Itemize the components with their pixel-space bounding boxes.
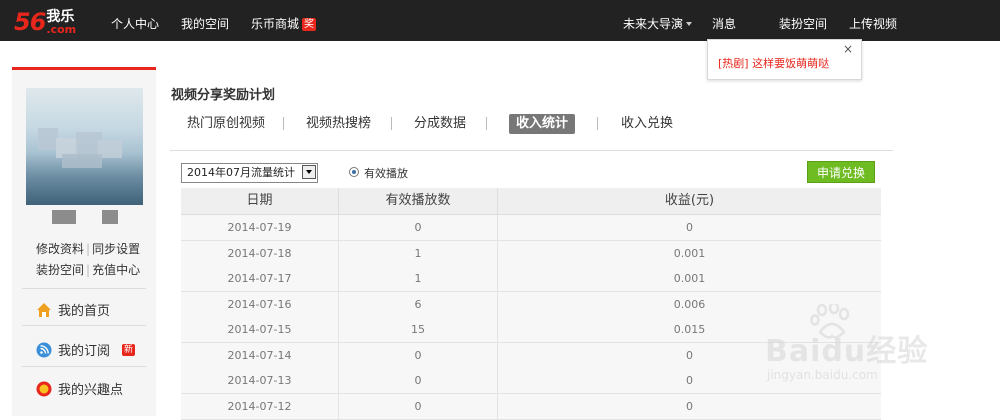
home-icon (36, 302, 52, 318)
cell-date: 2014-07-16 (181, 291, 339, 317)
sidebar-item-interests[interactable]: 我的兴趣点 (36, 379, 123, 398)
cell-valid-plays: 15 (339, 317, 498, 342)
cell-valid-plays: 1 (339, 240, 498, 266)
site-logo[interactable]: 56 我乐 .com (14, 7, 76, 35)
table-row: 2014-07-17 1 0.001 (181, 266, 881, 292)
sidebar-divider (22, 366, 146, 367)
top-navigation-bar: 56 我乐 .com 个人中心 我的空间 乐币商城奖 未来大导演 消息 装扮空间… (0, 0, 1000, 41)
column-header-date: 日期 (181, 188, 339, 214)
cell-valid-plays: 1 (339, 266, 498, 291)
logo-text: 我乐 (46, 9, 75, 25)
username-blurred-2 (102, 210, 118, 224)
watermark-brand: Baidu经验 (765, 334, 929, 369)
content-divider (170, 150, 893, 151)
recharge-center-link[interactable]: 充值中心 (92, 263, 140, 277)
cell-date: 2014-07-14 (181, 342, 339, 368)
sync-settings-link[interactable]: 同步设置 (92, 242, 140, 256)
sidebar-item-home[interactable]: 我的首页 (36, 300, 110, 319)
sidebar-item-interests-label: 我的兴趣点 (58, 383, 124, 398)
tab-income-exchange[interactable]: 收入兑换 (621, 114, 673, 134)
cell-date: 2014-07-13 (181, 368, 339, 393)
reward-badge: 奖 (302, 18, 317, 31)
sidebar: 修改资料 | 同步设置 装扮空间 | 充值中心 我的首页 我的订阅 新 我的兴趣点 (12, 67, 156, 416)
tab-separator (283, 117, 284, 130)
period-select[interactable]: 2014年07月流量统计 (181, 163, 318, 183)
cell-date: 2014-07-18 (181, 240, 339, 266)
table-row: 2014-07-19 0 0 (181, 215, 881, 241)
username-blurred (52, 210, 76, 224)
cell-date: 2014-07-19 (181, 215, 339, 240)
page-title: 视频分享奖励计划 (171, 88, 276, 103)
valid-play-radio[interactable] (349, 167, 359, 177)
tab-separator (486, 117, 487, 130)
nav-my-space[interactable]: 我的空间 (181, 0, 229, 41)
table-row: 2014-07-18 1 0.001 (181, 240, 881, 267)
avatar[interactable] (26, 88, 143, 205)
tab-separator (391, 117, 392, 130)
tab-video-hot-search[interactable]: 视频热搜榜 (306, 114, 371, 134)
sidebar-item-home-label: 我的首页 (58, 304, 111, 319)
cell-valid-plays: 0 (339, 342, 498, 368)
rss-icon (36, 342, 52, 358)
chevron-down-icon (686, 22, 693, 26)
cell-valid-plays: 0 (339, 368, 498, 393)
tab-hot-original-videos[interactable]: 热门原创视频 (187, 114, 265, 134)
baidu-jingyan-watermark: Baidu经验 jingyan.baidu.com (765, 300, 975, 390)
column-header-earnings: 收益(元) (664, 193, 715, 208)
sidebar-divider (22, 288, 146, 289)
nav-upload-video[interactable]: 上传视频 (849, 0, 897, 41)
nav-coin-shop[interactable]: 乐币商城奖 (251, 0, 317, 41)
cell-earnings: 0.001 (673, 272, 706, 285)
notification-popup: [热剧] 这样要饭萌萌哒 × (707, 39, 862, 80)
cell-date: 2014-07-17 (181, 266, 339, 291)
sidebar-divider (22, 325, 146, 326)
close-icon[interactable]: × (843, 42, 853, 56)
new-badge: 新 (122, 343, 136, 356)
table-row: 2014-07-12 0 0 (181, 393, 881, 420)
cell-date: 2014-07-12 (181, 393, 339, 419)
cell-earnings: 0 (686, 221, 693, 234)
cell-date: 2014-07-15 (181, 317, 339, 342)
column-header-valid-plays: 有效播放数 (339, 188, 498, 214)
apply-exchange-button[interactable]: 申请兑换 (807, 161, 875, 183)
edit-profile-link[interactable]: 修改资料 (36, 242, 84, 256)
chevron-down-icon[interactable] (302, 165, 316, 179)
period-select-value: 2014年07月流量统计 (187, 166, 295, 179)
logo-domain: .com (46, 23, 77, 36)
decorate-space-link[interactable]: 装扮空间 (36, 263, 84, 277)
profile-links-row1: 修改资料 | 同步设置 (36, 242, 141, 256)
nav-user-menu[interactable]: 未来大导演 (623, 0, 693, 41)
table-header: 日期 有效播放数 收益(元) (181, 188, 881, 215)
username-label: 未来大导演 (623, 17, 684, 31)
notification-link[interactable]: [热剧] 这样要饭萌萌哒 (718, 55, 829, 71)
cell-valid-plays: 0 (339, 393, 498, 419)
cell-valid-plays: 6 (339, 291, 498, 317)
tab-income-statistics[interactable]: 收入统计 (509, 114, 576, 134)
cell-earnings: 0.001 (673, 246, 706, 260)
nav-coin-shop-label: 乐币商城 (251, 17, 300, 31)
sidebar-item-subscriptions[interactable]: 我的订阅 新 (36, 340, 136, 359)
tab-separator (597, 117, 598, 130)
nav-personal-center[interactable]: 个人中心 (111, 0, 159, 41)
watermark-url: jingyan.baidu.com (767, 368, 878, 382)
sidebar-item-subscriptions-label: 我的订阅 (58, 344, 111, 359)
nav-messages[interactable]: 消息 (712, 0, 736, 41)
valid-play-radio-label[interactable]: 有效播放 (364, 165, 408, 181)
logo-number: 56 (14, 8, 46, 36)
cell-earnings: 0 (686, 399, 693, 413)
nav-decorate-space[interactable]: 装扮空间 (779, 0, 827, 41)
tab-revenue-share-data[interactable]: 分成数据 (414, 114, 466, 134)
cell-valid-plays: 0 (339, 215, 498, 240)
profile-links-row2: 装扮空间 | 充值中心 (36, 263, 141, 277)
interest-icon (36, 381, 52, 397)
